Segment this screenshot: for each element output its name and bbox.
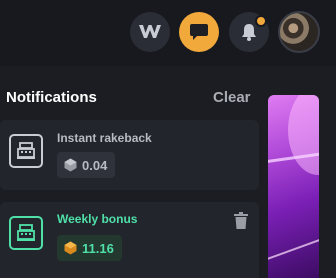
notification-item[interactable]: Weekly bonus 11.16: [0, 202, 259, 278]
amount-value: 0.04: [82, 157, 108, 173]
gold-coin-icon: [64, 241, 77, 255]
promo-banner-image[interactable]: [268, 95, 319, 278]
silver-coin-icon: [64, 158, 77, 172]
banner-glow: [288, 95, 319, 175]
cash-register-icon: [9, 134, 43, 168]
brand-logo-icon: [139, 25, 161, 38]
notification-indicator: [255, 15, 267, 27]
banner-light-streak: [268, 229, 319, 263]
trash-icon[interactable]: [233, 212, 249, 230]
notification-item[interactable]: Instant rakeback 0.04: [0, 120, 259, 190]
top-bar: [0, 0, 336, 66]
clear-button[interactable]: Clear: [213, 89, 251, 106]
avatar[interactable]: [278, 11, 320, 53]
amount-value: 11.16: [82, 240, 114, 256]
chat-button[interactable]: [179, 12, 219, 52]
bell-icon: [242, 24, 256, 41]
amount-badge: 0.04: [57, 152, 116, 178]
cash-register-icon: [9, 216, 43, 250]
notifications-title: Notifications: [6, 89, 97, 106]
brand-button[interactable]: [130, 12, 170, 52]
chat-icon: [190, 24, 208, 40]
notification-title: Weekly bonus: [57, 212, 138, 226]
notification-title: Instant rakeback: [57, 131, 152, 145]
amount-badge: 11.16: [57, 235, 122, 261]
